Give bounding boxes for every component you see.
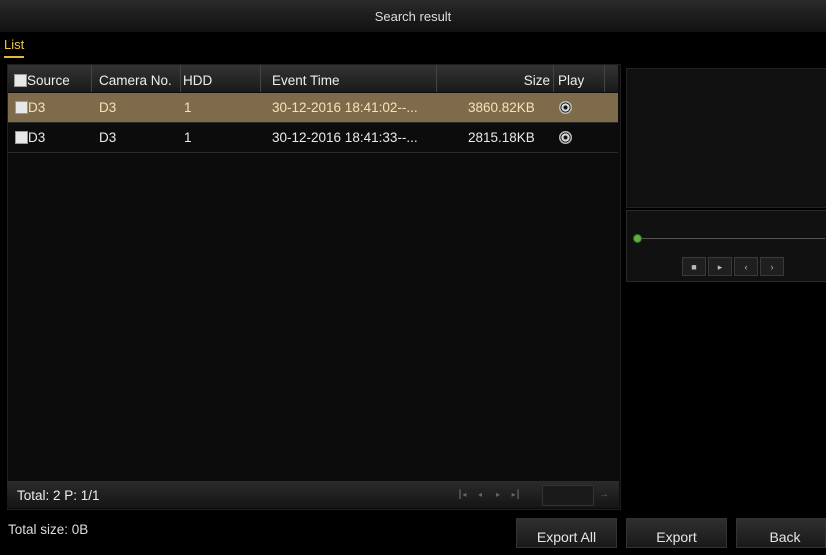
row-hdd: 1 — [184, 100, 192, 115]
bottom-bar: Total size: 0B Export All Export Back — [0, 515, 826, 548]
first-page-icon[interactable]: ┃◂ — [455, 488, 469, 501]
export-all-button[interactable]: Export All — [516, 518, 617, 548]
total-count: Total: 2 P: 1/1 — [17, 488, 100, 503]
preview-window — [626, 68, 826, 208]
tab-bar: List — [0, 32, 826, 62]
select-all-checkbox[interactable] — [14, 74, 27, 87]
header-size[interactable]: Size — [437, 65, 554, 92]
table-row[interactable]: D3 D3 1 30-12-2016 18:41:33--... 2815.18… — [8, 123, 618, 153]
tab-list[interactable]: List — [4, 37, 25, 58]
header-source-label: Source — [27, 73, 70, 88]
pagination-bar: Total: 2 P: 1/1 ┃◂ ◂ ▸ ▸┃ → — [7, 481, 619, 508]
last-page-icon[interactable]: ▸┃ — [509, 488, 523, 501]
row-camera: D3 — [99, 130, 117, 145]
step-back-icon[interactable]: ‹ — [734, 257, 758, 276]
row-event-time: 30-12-2016 18:41:02--... — [272, 100, 418, 115]
step-forward-icon[interactable]: › — [760, 257, 784, 276]
row-checkbox[interactable] — [15, 101, 28, 114]
header-hdd[interactable]: HDD — [181, 65, 261, 92]
seek-handle[interactable] — [633, 234, 642, 243]
header-play[interactable]: Play — [554, 65, 605, 92]
row-event-time: 30-12-2016 18:41:33--... — [272, 130, 418, 145]
control-bar: ■ ▸ ‹ › — [682, 257, 786, 277]
back-button[interactable]: Back — [736, 518, 826, 548]
row-size: 3860.82KB — [468, 100, 535, 115]
table-header: Source Camera No. HDD Event Time Size Pl… — [8, 65, 618, 92]
total-size: Total size: 0B — [8, 522, 89, 537]
table-row[interactable]: D3 D3 1 30-12-2016 18:41:02--... 3860.82… — [8, 93, 618, 123]
next-page-icon[interactable]: ▸ — [491, 488, 505, 501]
header-camera[interactable]: Camera No. — [92, 65, 181, 92]
window-title: Search result — [0, 0, 826, 32]
row-source: D3 — [28, 100, 46, 115]
results-panel: Source Camera No. HDD Event Time Size Pl… — [7, 64, 621, 510]
row-checkbox[interactable] — [15, 131, 28, 144]
prev-page-icon[interactable]: ◂ — [473, 488, 487, 501]
play-control-icon[interactable]: ▸ — [708, 257, 732, 276]
header-source[interactable]: Source — [8, 65, 92, 92]
row-hdd: 1 — [184, 130, 192, 145]
seek-track[interactable] — [637, 238, 825, 239]
header-event-time[interactable]: Event Time — [261, 65, 437, 92]
playback-controls: ■ ▸ ‹ › — [626, 210, 826, 282]
row-camera: D3 — [99, 100, 117, 115]
stop-icon[interactable]: ■ — [682, 257, 706, 276]
row-size: 2815.18KB — [468, 130, 535, 145]
row-source: D3 — [28, 130, 46, 145]
page-number-input[interactable] — [542, 485, 594, 506]
go-page-icon[interactable]: → — [597, 488, 611, 501]
play-icon[interactable] — [559, 131, 572, 144]
export-button[interactable]: Export — [626, 518, 727, 548]
play-icon[interactable] — [559, 101, 572, 114]
